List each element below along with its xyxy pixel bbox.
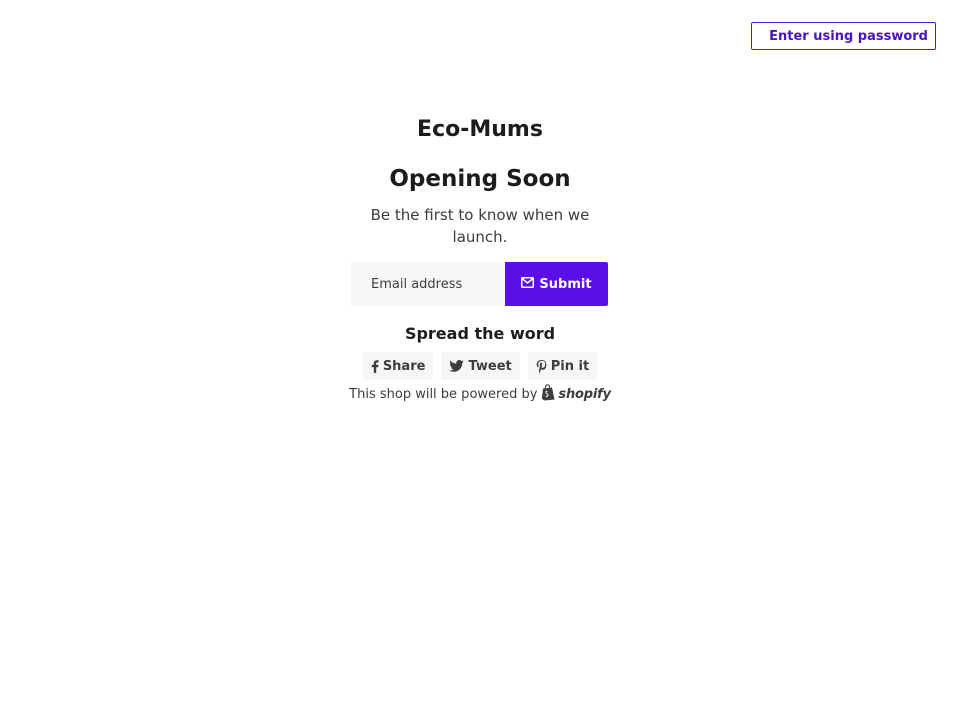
submit-button[interactable]: Submit bbox=[505, 262, 608, 306]
pinterest-share-label: Pin it bbox=[550, 358, 590, 374]
shopify-logo-link[interactable]: shopify bbox=[541, 384, 611, 405]
signup-form: Submit bbox=[351, 262, 608, 306]
spread-heading: Spread the word bbox=[404, 324, 556, 343]
password-page: Enter using password Eco-Mums Opening So… bbox=[0, 0, 960, 720]
shopify-bag-icon bbox=[541, 384, 556, 405]
share-buttons: Share Tweet Pin it bbox=[0, 352, 960, 380]
pinterest-share-button[interactable]: Pin it bbox=[527, 352, 598, 380]
submit-label: Submit bbox=[539, 276, 592, 292]
facebook-share-button[interactable]: Share bbox=[362, 352, 434, 380]
powered-by-text: This shop will be powered by bbox=[349, 387, 538, 402]
launch-subtext: Be the first to know when we launch. bbox=[370, 206, 590, 246]
envelope-icon bbox=[521, 276, 535, 292]
store-name: Eco-Mums bbox=[417, 117, 543, 142]
email-input[interactable] bbox=[351, 262, 505, 306]
enter-password-label: Enter using password bbox=[769, 28, 928, 44]
facebook-share-label: Share bbox=[382, 358, 426, 374]
powered-by: This shop will be powered by shopify bbox=[0, 384, 960, 405]
shopify-wordmark: shopify bbox=[558, 387, 611, 402]
twitter-share-label: Tweet bbox=[468, 358, 512, 374]
opening-headline: Opening Soon bbox=[389, 166, 571, 192]
twitter-share-button[interactable]: Tweet bbox=[441, 352, 520, 380]
facebook-icon bbox=[371, 359, 379, 373]
pinterest-icon bbox=[536, 359, 547, 373]
enter-password-button[interactable]: Enter using password bbox=[751, 22, 936, 50]
twitter-icon bbox=[449, 360, 465, 372]
